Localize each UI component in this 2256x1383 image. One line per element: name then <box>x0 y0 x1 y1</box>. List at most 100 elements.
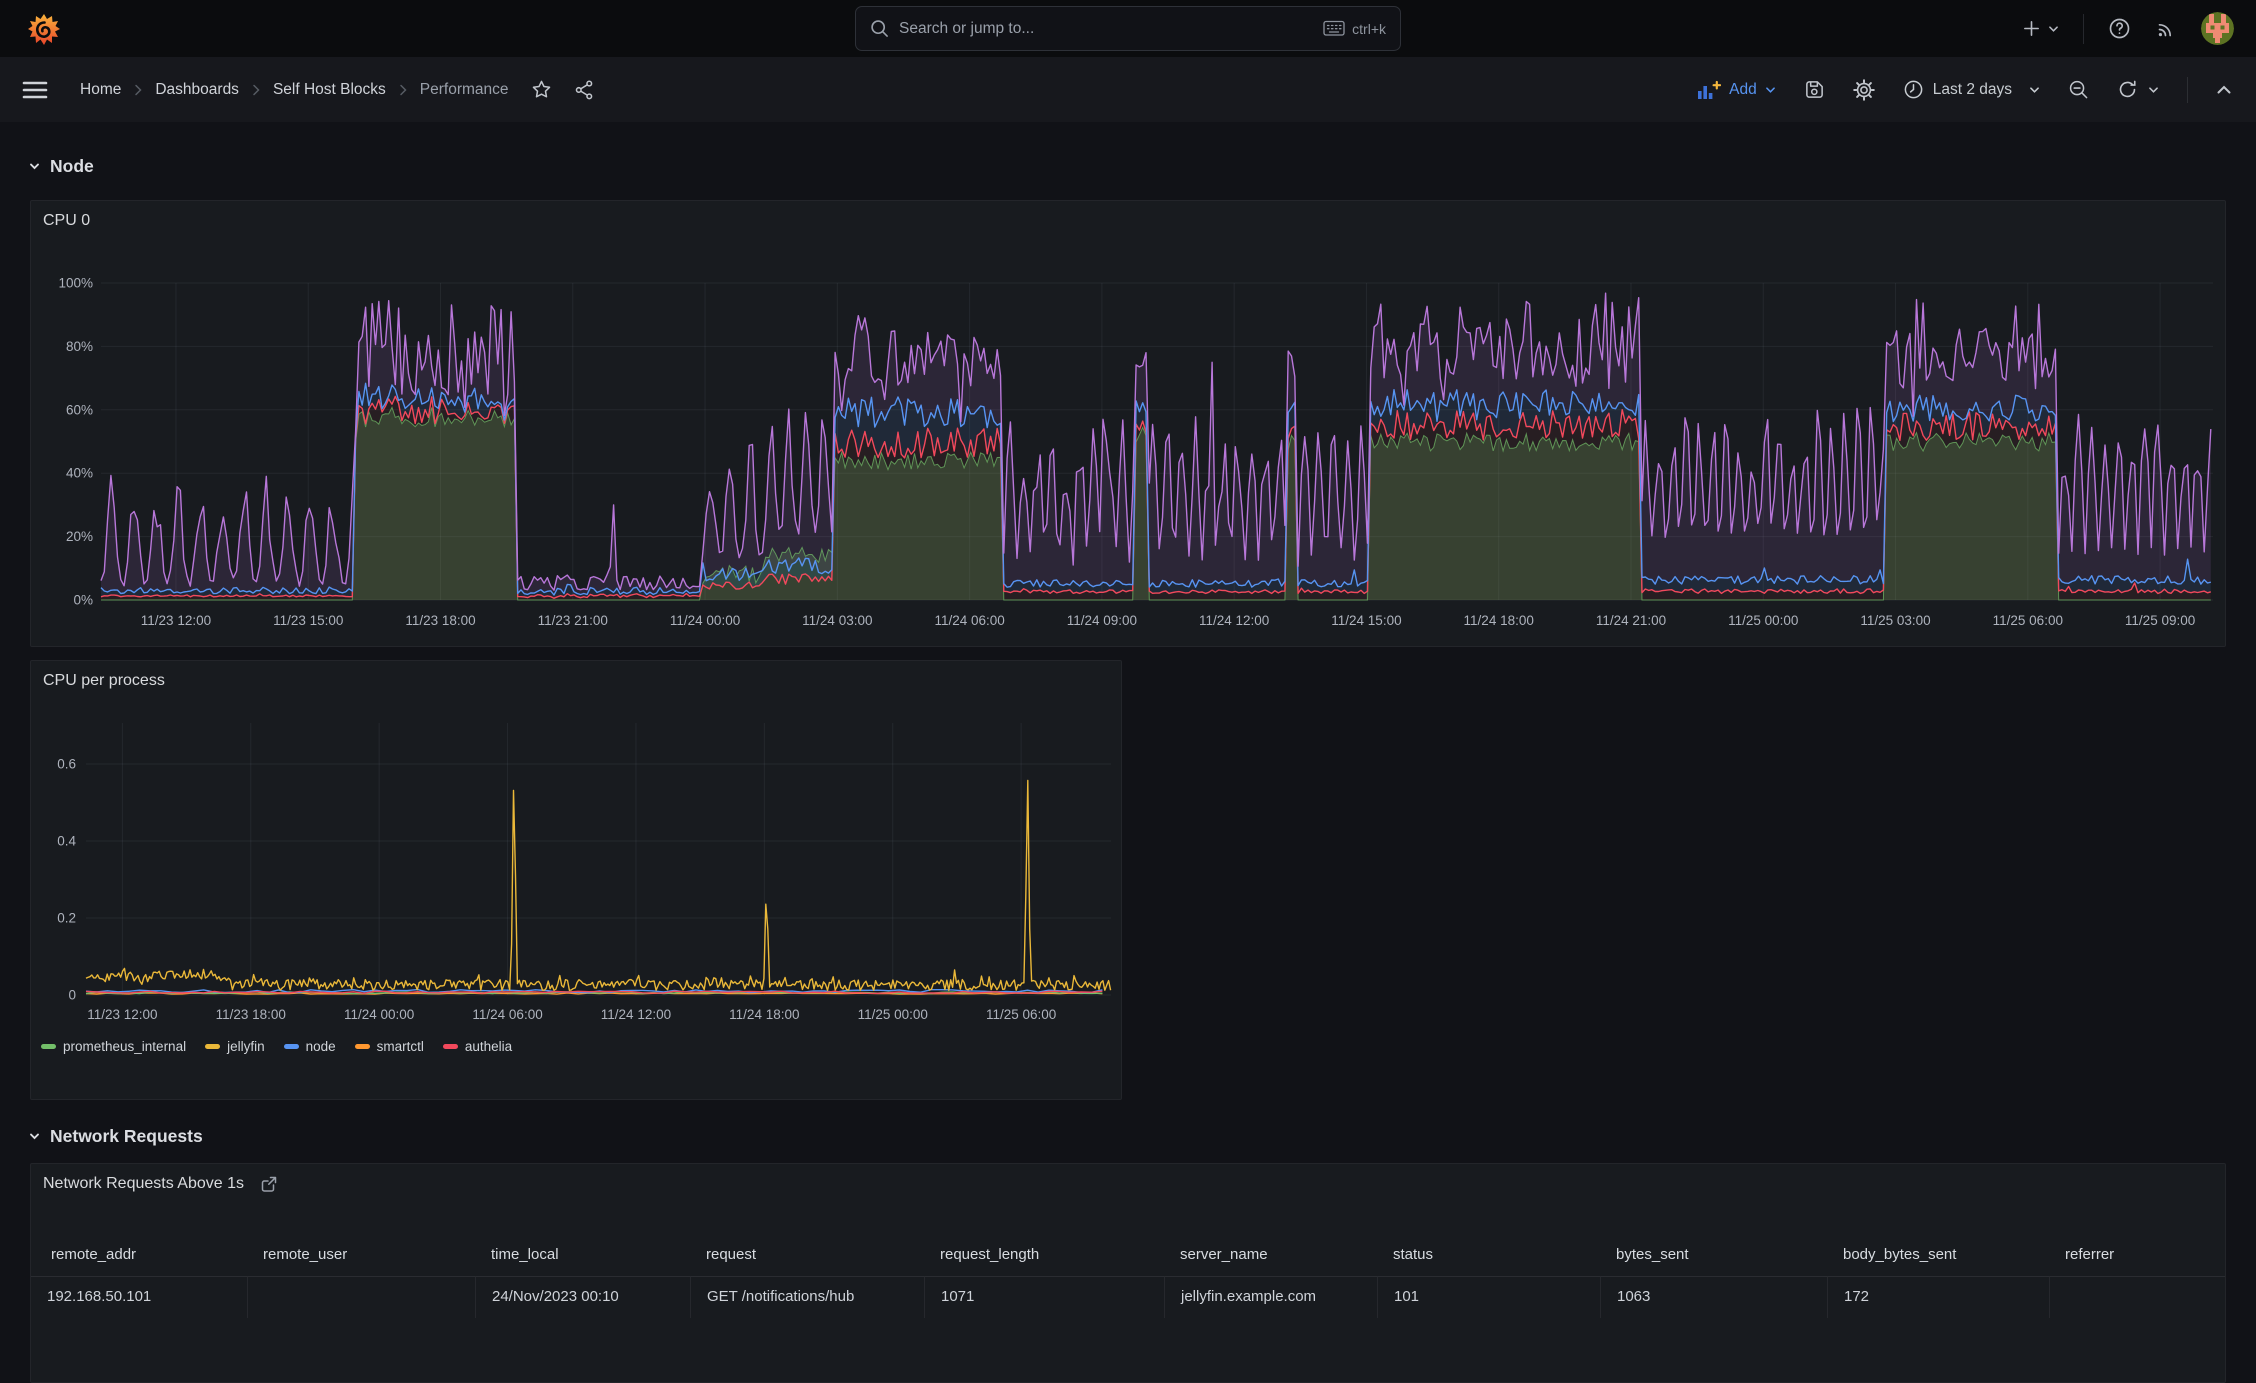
x-tick-label: 11/24 00:00 <box>344 1007 414 1022</box>
breadcrumb-current: Performance <box>419 80 509 98</box>
column-header-time_local[interactable]: time_local <box>475 1232 690 1276</box>
save-dashboard-button[interactable] <box>1804 79 1825 100</box>
avatar[interactable] <box>2201 12 2234 45</box>
chevron-down-icon <box>1765 87 1775 93</box>
section-node[interactable]: Node <box>28 148 94 184</box>
search-icon <box>870 19 889 38</box>
y-tick-label: 0% <box>73 593 93 608</box>
x-tick-label: 11/24 00:00 <box>670 613 740 628</box>
column-header-remote_user[interactable]: remote_user <box>247 1232 475 1276</box>
add-panel-button[interactable]: Add <box>1697 80 1776 100</box>
dashboard-settings-button[interactable] <box>1852 78 1875 101</box>
panel-table-title[interactable]: Network Requests Above 1s <box>43 1175 277 1193</box>
breadcrumb-dashboards[interactable]: Dashboards <box>155 81 239 99</box>
column-header-body_bytes_sent[interactable]: body_bytes_sent <box>1827 1232 2049 1276</box>
keyboard-icon <box>1323 20 1345 37</box>
column-header-status[interactable]: status <box>1377 1232 1600 1276</box>
x-tick-label: 11/25 00:00 <box>1728 613 1798 628</box>
column-header-server_name[interactable]: server_name <box>1164 1232 1377 1276</box>
column-header-bytes_sent[interactable]: bytes_sent <box>1600 1232 1827 1276</box>
breadcrumb-bar: Home Dashboards Self Host Blocks Perform… <box>0 57 2256 122</box>
section-node-title: Node <box>50 155 94 176</box>
table-cell: 24/Nov/2023 00:10 <box>475 1276 690 1318</box>
y-tick-label: 0 <box>68 988 76 1003</box>
chevron-right-icon <box>399 84 407 96</box>
x-tick-label: 11/25 00:00 <box>858 1007 928 1022</box>
x-tick-label: 11/23 18:00 <box>405 613 475 628</box>
help-button[interactable] <box>2108 17 2131 40</box>
x-tick-label: 11/24 06:00 <box>472 1007 542 1022</box>
chart-legend: prometheus_internal jellyfin node smartctl a… <box>41 1039 512 1054</box>
column-header-referrer[interactable]: referrer <box>2049 1232 2225 1276</box>
external-link-icon[interactable] <box>259 1175 277 1193</box>
refresh-icon <box>2117 79 2138 100</box>
refresh-button[interactable] <box>2117 79 2159 100</box>
plus-icon <box>2022 19 2041 38</box>
x-tick-label: 11/24 09:00 <box>1067 613 1137 628</box>
breadcrumb-folder[interactable]: Self Host Blocks <box>273 81 386 99</box>
chevron-down-icon <box>28 161 41 172</box>
time-range-picker[interactable]: Last 2 days <box>1903 79 2040 100</box>
panel-cpu-per-process: CPU per process 11/23 12:00 11/23 18:00 11… <box>30 660 1122 1100</box>
legend-item-smartctl[interactable]: smartctl <box>354 1039 424 1054</box>
column-header-remote_addr[interactable]: remote_addr <box>31 1232 247 1276</box>
y-tick-label: 0.6 <box>57 757 76 772</box>
question-circle-icon <box>2108 17 2131 40</box>
section-network-requests[interactable]: Network Requests <box>28 1118 203 1154</box>
x-tick-label: 11/25 03:00 <box>1860 613 1930 628</box>
new-menu-button[interactable] <box>2022 19 2059 38</box>
search-shortcut: ctrl+k <box>1323 20 1386 37</box>
table-cell <box>247 1276 475 1318</box>
x-tick-label: 11/23 15:00 <box>273 613 343 628</box>
table-cell: 172 <box>1827 1276 2049 1318</box>
column-header-request[interactable]: request <box>690 1232 924 1276</box>
network-requests-table: remote_addr remote_user time_local request r… <box>31 1232 2225 1318</box>
time-range-label: Last 2 days <box>1932 80 2012 98</box>
cpu-per-process-chart[interactable]: 11/23 12:00 11/23 18:00 11/24 00:00 11/24 0… <box>31 661 1121 1099</box>
chevron-down-icon <box>28 1131 41 1142</box>
table-cell: jellyfin.example.com <box>1164 1276 1377 1318</box>
x-tick-label: 11/24 15:00 <box>1331 613 1401 628</box>
share-button[interactable] <box>574 79 595 100</box>
breadcrumb-home[interactable]: Home <box>80 81 121 99</box>
legend-chip <box>442 1044 458 1049</box>
menu-toggle-button[interactable] <box>22 80 48 100</box>
favorite-button[interactable] <box>531 79 552 100</box>
x-tick-label: 11/24 12:00 <box>601 1007 671 1022</box>
chevron-down-icon <box>2048 24 2059 33</box>
grafana-logo[interactable] <box>28 13 60 45</box>
search-input[interactable]: Search or jump to... ctrl+k <box>855 6 1401 51</box>
x-tick-label: 11/23 18:00 <box>216 1007 286 1022</box>
legend-label: node <box>305 1039 336 1054</box>
table-cell <box>2049 1276 2225 1318</box>
zoom-out-button[interactable] <box>2068 79 2089 100</box>
legend-item-prometheus_internal[interactable]: prometheus_internal <box>41 1039 186 1054</box>
star-icon <box>531 79 552 100</box>
legend-item-jellyfin[interactable]: jellyfin <box>205 1039 265 1054</box>
chevron-down-icon <box>2149 87 2158 93</box>
topbar-actions <box>2022 0 2234 57</box>
x-tick-label: 11/23 12:00 <box>141 613 211 628</box>
chevron-right-icon <box>134 84 142 96</box>
share-icon <box>574 79 595 100</box>
chevron-up-icon <box>2216 84 2232 95</box>
column-header-request_length[interactable]: request_length <box>924 1232 1164 1276</box>
legend-item-node[interactable]: node <box>283 1039 336 1054</box>
cpu0-chart[interactable]: 11/23 12:00 11/23 15:00 11/23 18:00 11/23 2… <box>31 201 2225 646</box>
table-cell: 1063 <box>1600 1276 1827 1318</box>
collapse-toolbar-button[interactable] <box>2216 84 2232 95</box>
y-tick-label: 100% <box>58 276 93 291</box>
top-bar: Search or jump to... ctrl+k <box>0 0 2256 57</box>
legend-chip <box>205 1044 221 1049</box>
legend-chip <box>283 1044 299 1049</box>
news-button[interactable] <box>2155 18 2177 40</box>
table-cell: 192.168.50.101 <box>31 1276 247 1318</box>
legend-item-authelia[interactable]: authelia <box>442 1039 512 1054</box>
save-icon <box>1804 79 1825 100</box>
x-tick-label: 11/23 12:00 <box>87 1007 157 1022</box>
table-cell: 101 <box>1377 1276 1600 1318</box>
legend-chip <box>41 1044 56 1049</box>
chevron-right-icon <box>252 84 260 96</box>
table-cell: 1071 <box>924 1276 1164 1318</box>
x-tick-label: 11/24 06:00 <box>934 613 1004 628</box>
